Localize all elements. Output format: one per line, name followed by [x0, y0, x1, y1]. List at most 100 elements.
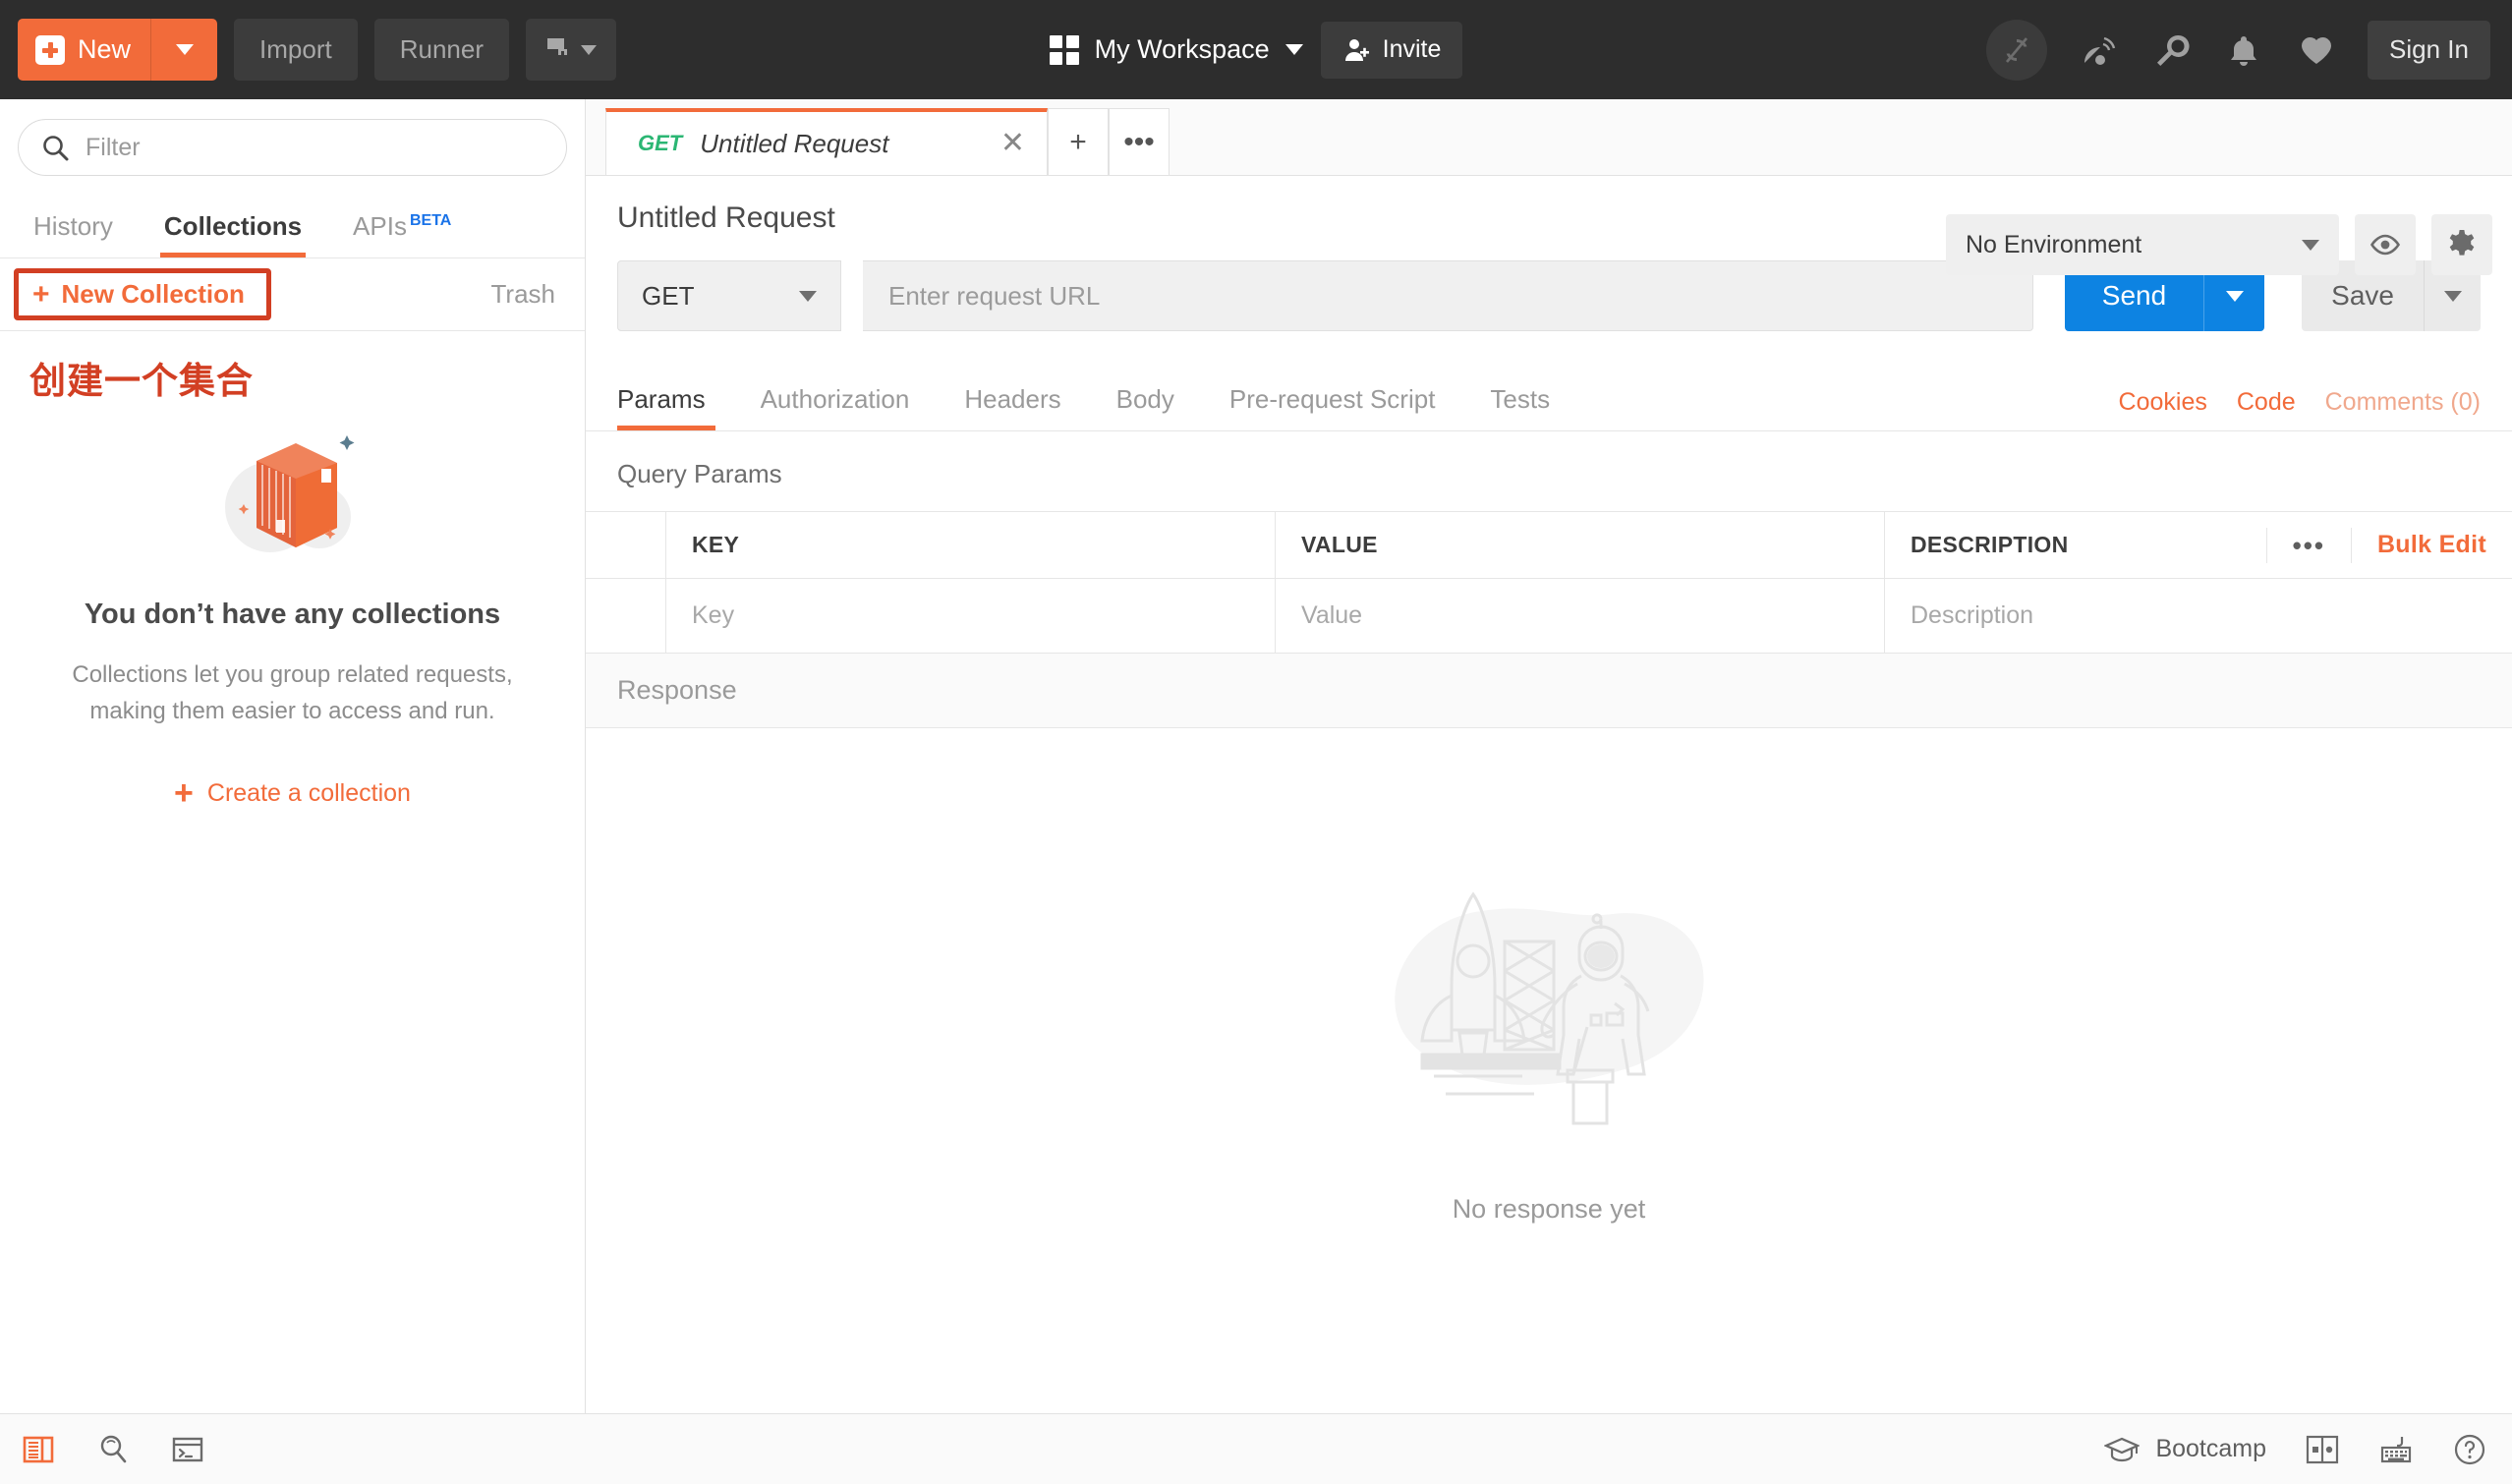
import-button[interactable]: Import [234, 19, 358, 81]
person-add-icon [1344, 38, 1369, 61]
cell-key[interactable]: Key [666, 579, 1276, 653]
query-params-table: KEY VALUE DESCRIPTION ••• Bulk Edit Key … [586, 511, 2512, 654]
bootcamp-button[interactable]: Bootcamp [2104, 1435, 2266, 1464]
runner-button[interactable]: Runner [373, 19, 509, 81]
select-all-cell[interactable] [586, 512, 666, 578]
new-button[interactable]: New [18, 19, 150, 81]
cell-description[interactable]: Description [1885, 579, 2512, 653]
response-section-header: Response [586, 654, 2512, 728]
beta-badge: BETA [409, 212, 452, 230]
status-bar-right: Bootcamp [2104, 1433, 2486, 1466]
search-input[interactable] [86, 133, 544, 162]
bulk-edit-button[interactable]: Bulk Edit [2350, 527, 2512, 563]
new-button-label: New [78, 34, 132, 64]
collections-empty-state: You don’t have any collections Collectio… [0, 404, 585, 810]
http-method-selector[interactable]: GET [617, 260, 841, 331]
request-url-input[interactable] [863, 260, 2033, 331]
request-tab-untitled-request[interactable]: GET Untitled Request ✕ [605, 108, 1048, 175]
new-button-group[interactable]: New [18, 19, 218, 81]
environment-quick-look-button[interactable] [2355, 214, 2416, 275]
sidebar-tabs: History Collections APIs BETA [0, 192, 585, 258]
new-window-icon [547, 37, 569, 62]
filter-container [0, 99, 585, 192]
sidebar-tab-collections[interactable]: Collections [139, 211, 327, 257]
environment-settings-button[interactable] [2431, 214, 2492, 275]
sidebar-toggle-icon[interactable] [22, 1433, 55, 1466]
response-empty-state: No response yet [586, 728, 2512, 1413]
keyboard-shortcuts-icon[interactable] [2378, 1434, 2414, 1465]
new-collection-button[interactable]: + New Collection [14, 268, 271, 320]
cookies-link[interactable]: Cookies [2119, 388, 2207, 417]
top-toolbar: New Import Runner My Workspace Invite Si… [0, 0, 2512, 99]
invite-button[interactable]: Invite [1320, 21, 1463, 79]
chevron-down-icon [175, 44, 194, 55]
sidebar: History Collections APIsBETA + New Colle… [0, 99, 586, 1413]
search-filter-box[interactable] [18, 119, 567, 176]
invite-label: Invite [1382, 35, 1442, 63]
wrench-icon [2157, 34, 2190, 66]
ellipsis-icon[interactable]: ••• [2265, 527, 2351, 563]
grid-icon [1049, 34, 1079, 65]
favorites-button[interactable] [2295, 29, 2338, 72]
find-icon[interactable] [96, 1433, 130, 1466]
tab-authorization[interactable]: Authorization [733, 384, 938, 430]
environment-selected-label: No Environment [1966, 230, 2142, 258]
plus-icon: + [32, 277, 50, 311]
create-collection-label: Create a collection [206, 778, 411, 807]
new-button-dropdown[interactable] [150, 19, 217, 81]
tab-params[interactable]: Params [617, 384, 733, 430]
two-pane-layout-icon[interactable] [2306, 1434, 2339, 1465]
trash-button[interactable]: Trash [491, 279, 556, 310]
environment-selector[interactable]: No Environment [1946, 214, 2339, 275]
workspace-label: My Workspace [1094, 34, 1270, 64]
close-icon[interactable]: ✕ [1000, 129, 1025, 158]
chevron-down-icon [799, 290, 817, 302]
main-panel: GET Untitled Request ✕ + ••• No Environm… [586, 99, 2512, 1413]
wrench-button[interactable] [2149, 29, 2193, 72]
table-row: Key Value Description [586, 579, 2512, 654]
satellite-dish-button[interactable] [2077, 29, 2120, 72]
chevron-down-icon [2302, 239, 2319, 251]
sidebar-tab-apis[interactable]: APIs BETA [327, 211, 477, 257]
empty-state-title: You don’t have any collections [84, 599, 501, 630]
bell-icon [2231, 35, 2257, 66]
help-circle-icon[interactable] [2453, 1433, 2486, 1466]
workspace-selector[interactable]: My Workspace [1049, 34, 1303, 65]
cell-value[interactable]: Value [1276, 579, 1885, 653]
satellite-dish-icon [2084, 36, 2116, 65]
new-tab-button[interactable]: + [1048, 108, 1109, 175]
plus-icon: + [174, 774, 194, 813]
tab-tests[interactable]: Tests [1462, 384, 1577, 430]
sidebar-tab-history[interactable]: History [8, 211, 139, 257]
console-icon[interactable] [171, 1433, 204, 1466]
comments-link[interactable]: Comments (0) [2325, 388, 2481, 417]
create-collection-link[interactable]: + Create a collection [174, 776, 411, 810]
new-window-button[interactable] [525, 19, 616, 81]
workspace-area: History Collections APIsBETA + New Colle… [0, 99, 2512, 1413]
request-tab-method: GET [638, 131, 683, 155]
chevron-down-icon [581, 44, 598, 55]
sync-disabled-icon [2006, 36, 2028, 63]
table-header-row: KEY VALUE DESCRIPTION ••• Bulk Edit [586, 512, 2512, 579]
sync-disabled-button[interactable] [1986, 19, 2048, 81]
column-header-description: DESCRIPTION ••• Bulk Edit [1885, 512, 2512, 578]
request-section-tabs: Params Authorization Headers Body Pre-re… [586, 367, 2512, 431]
row-checkbox-cell[interactable] [586, 579, 666, 653]
notifications-button[interactable] [2222, 29, 2265, 72]
empty-state-description: Collections let you group related reques… [72, 661, 513, 725]
status-bar-left [22, 1433, 204, 1466]
tab-headers[interactable]: Headers [937, 384, 1088, 430]
code-link[interactable]: Code [2237, 388, 2296, 417]
sign-in-button[interactable]: Sign In [2368, 20, 2490, 80]
gear-icon [2449, 230, 2475, 256]
collection-actions-row: + New Collection Trash [0, 258, 585, 331]
heart-icon [2302, 36, 2332, 64]
chevron-down-icon [1285, 44, 1303, 55]
column-header-description-label: DESCRIPTION [1911, 532, 2069, 557]
tab-pre-request-script[interactable]: Pre-request Script [1202, 384, 1463, 430]
tab-body[interactable]: Body [1089, 384, 1202, 430]
tab-options-button[interactable]: ••• [1109, 108, 1170, 175]
request-builder: GET Untitled Request ✕ + ••• No Environm… [586, 99, 2512, 1413]
collection-box-illustration [224, 435, 354, 552]
search-icon [43, 136, 69, 161]
